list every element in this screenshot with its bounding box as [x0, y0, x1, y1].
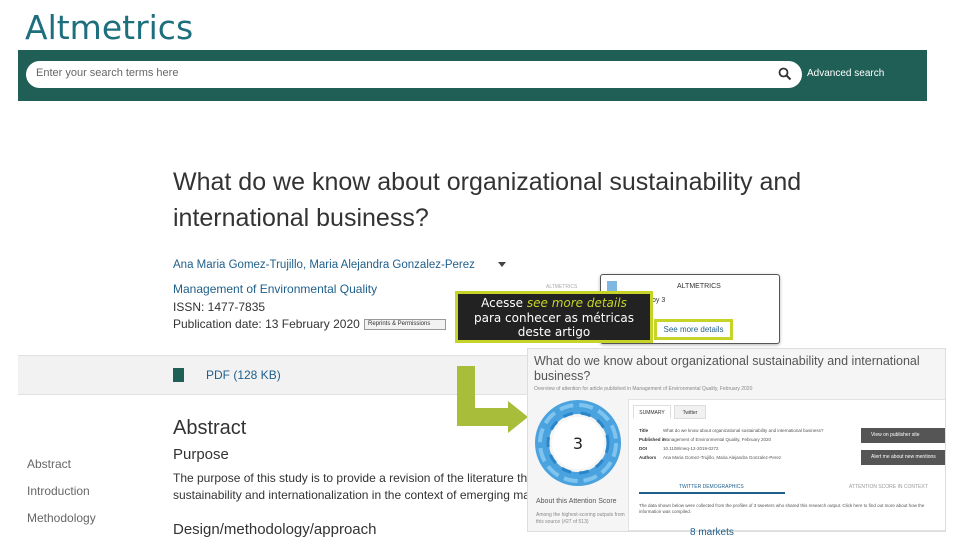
- purpose-text-line: sustainability and internationalization …: [173, 488, 530, 502]
- article-title: What do we know about organizational sus…: [173, 168, 802, 232]
- slide-title: Altmetrics: [25, 8, 194, 47]
- slide: Altmetrics Enter your search terms here …: [0, 0, 960, 540]
- arrow-icon-shaft: [457, 408, 511, 426]
- score-blurb: Among the highest-scoring outputs from t…: [536, 512, 625, 525]
- meta-row: DOI 10.1108/meq-12-2019-0272: [639, 446, 719, 451]
- tab-attention-score-context[interactable]: ATTENTION SCORE IN CONTEXT: [849, 484, 928, 490]
- article-authors[interactable]: Ana Maria Gomez-Trujillo, Maria Alejandr…: [173, 259, 475, 271]
- reprints-permissions-button[interactable]: Reprints & Permissions: [364, 319, 446, 330]
- meta-row: Authors Ana Maria Gomez-Trujillo, Maria A…: [639, 455, 782, 460]
- pdf-download-link[interactable]: PDF (128 KB): [206, 368, 281, 382]
- search-input[interactable]: Enter your search terms here: [26, 61, 802, 88]
- tab-twitter[interactable]: Twitter: [674, 405, 706, 419]
- altmetrics-small-label: ALTMETRICS: [546, 284, 578, 290]
- tab-summary[interactable]: SUMMARY: [633, 405, 671, 419]
- markets-link[interactable]: 8 markets: [690, 527, 734, 538]
- arrow-head-icon: [508, 401, 528, 433]
- side-nav: Abstract Introduction Methodology: [27, 457, 96, 538]
- altmetric-widget-heading: ALTMETRICS: [677, 283, 721, 290]
- see-more-details-button[interactable]: See more details: [654, 319, 733, 340]
- altmetric-donut-icon: 3: [535, 400, 621, 486]
- search-placeholder: Enter your search terms here: [36, 67, 179, 79]
- view-publisher-site-button[interactable]: View on publisher site: [861, 428, 945, 443]
- meta-row: Title What do we know about organizationa…: [639, 428, 824, 433]
- callout-box: Acesse see more details para conhecer as…: [455, 291, 653, 343]
- callout-highlight: see more details: [526, 296, 627, 310]
- callout-prefix: Acesse: [481, 296, 524, 310]
- altmetric-details-panel: What do we know about organizational sus…: [527, 348, 946, 532]
- details-subtitle: Overview of attention for article publis…: [534, 386, 753, 392]
- active-tab-underline: [639, 492, 785, 494]
- side-nav-item-methodology[interactable]: Methodology: [27, 511, 96, 538]
- design-heading: Design/methodology/approach: [173, 521, 377, 538]
- about-score-link[interactable]: About this Attention Score: [536, 498, 617, 505]
- journal-link[interactable]: Management of Environmental Quality: [173, 282, 377, 296]
- purpose-heading: Purpose: [173, 446, 229, 463]
- alert-new-mentions-button[interactable]: Alert me about new mentions: [861, 450, 945, 465]
- altmetric-by-text: by 3: [652, 297, 666, 304]
- abstract-heading: Abstract: [173, 417, 247, 439]
- callout-line-2: para conhecer as métricas: [473, 310, 634, 325]
- side-nav-item-abstract[interactable]: Abstract: [27, 457, 96, 484]
- publication-date: Publication date: 13 February 2020: [173, 317, 360, 331]
- search-icon[interactable]: [778, 67, 792, 81]
- site-header: Enter your search terms here Advanced se…: [18, 50, 927, 101]
- side-nav-item-introduction[interactable]: Introduction: [27, 484, 96, 511]
- attention-score: 3: [573, 434, 583, 453]
- issn: ISSN: 1477-7835: [173, 300, 266, 314]
- callout-line-3: deste artigo: [517, 325, 591, 339]
- details-card: SUMMARY Twitter Title What do we know abo…: [628, 399, 945, 531]
- meta-row: Published inManagement of Environmental …: [639, 437, 771, 442]
- callout-line-1: Acesse see more details: [458, 296, 650, 311]
- purpose-text: The purpose of this study is to provide …: [173, 470, 535, 504]
- demographics-text: The data shown below were collected from…: [639, 503, 925, 514]
- details-title: What do we know about organizational sus…: [534, 354, 920, 383]
- pdf-icon: [173, 368, 184, 382]
- chevron-down-icon[interactable]: [498, 262, 506, 267]
- tab-twitter-demographics[interactable]: TWITTER DEMOGRAPHICS: [679, 484, 744, 490]
- purpose-text-line: The purpose of this study is to provide …: [173, 471, 534, 485]
- advanced-search-link[interactable]: Advanced search: [807, 68, 884, 79]
